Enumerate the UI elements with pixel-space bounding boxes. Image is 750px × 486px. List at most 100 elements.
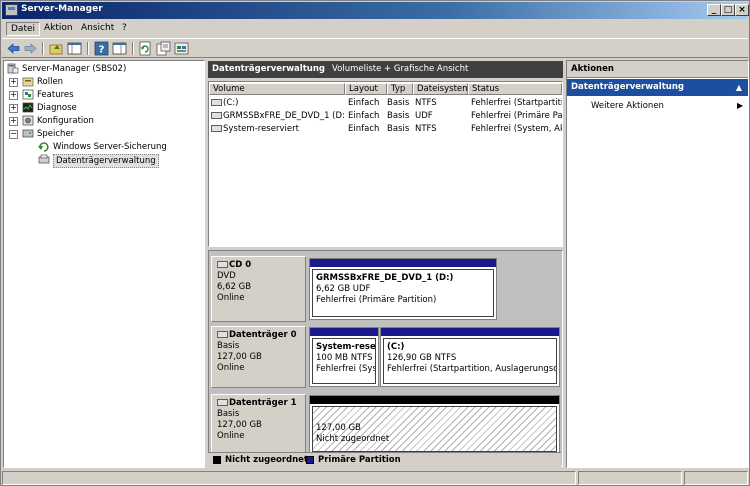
- diagnostics-icon: [22, 102, 34, 113]
- column-header-layout[interactable]: Layout: [345, 83, 387, 95]
- legend-swatch-unallocated: [213, 456, 221, 464]
- actions-section-header[interactable]: Datenträgerverwaltung ▲: [567, 79, 748, 96]
- server-manager-window: Server-Manager _ □ × Datei Aktion Ansich…: [0, 0, 750, 486]
- legend-primary-label: Primäre Partition: [318, 455, 401, 465]
- hard-disk-icon: [217, 331, 228, 338]
- menu-aktion[interactable]: Aktion: [40, 22, 77, 34]
- column-header-status[interactable]: Status: [468, 83, 562, 95]
- cell-dateisystem: UDF: [415, 111, 433, 121]
- disk-label-datentraeger-1[interactable]: Datenträger 1 Basis 127,00 GB Online: [211, 394, 306, 456]
- legend-swatch-primary: [306, 456, 314, 464]
- column-header-dateisystem[interactable]: Dateisystem: [413, 83, 468, 95]
- collapse-up-icon[interactable]: ▲: [736, 79, 742, 96]
- expand-icon[interactable]: +: [9, 104, 18, 113]
- menu-datei[interactable]: Datei: [6, 22, 41, 36]
- tree-node-windows-server-sicherung[interactable]: Windows Server-Sicherung: [38, 141, 188, 154]
- refresh-icon[interactable]: [138, 41, 153, 56]
- close-button[interactable]: ×: [735, 4, 749, 16]
- toolbar-separator: [132, 42, 134, 55]
- volume-icon: [211, 99, 222, 106]
- disk-size: 6,62 GB: [217, 282, 252, 292]
- volume-list: Volume Layout Typ Dateisystem Status (C:…: [208, 81, 563, 247]
- maximize-button[interactable]: □: [721, 4, 735, 16]
- tree-node-label: Speicher: [37, 129, 75, 139]
- menu-ansicht[interactable]: Ansicht: [77, 22, 118, 34]
- partition-name: GRMSSBxFRE_DE_DVD_1 (D:): [316, 273, 454, 283]
- tree-node-datentraegerverwaltung[interactable]: Datenträgerverwaltung: [38, 154, 188, 168]
- properties-pane-icon[interactable]: [112, 41, 127, 56]
- collapse-icon[interactable]: −: [9, 130, 18, 139]
- back-arrow-icon[interactable]: [6, 41, 21, 56]
- disk-type: Basis: [217, 341, 240, 351]
- title-bar: Server-Manager _ □ ×: [2, 2, 749, 19]
- tree-node-label: Datenträgerverwaltung: [53, 154, 159, 168]
- partition-status: Fehlerfrei (Syst: [316, 364, 376, 374]
- cell-volume: System-reserviert: [223, 124, 299, 134]
- tree-root-label: Server-Manager (SBS02): [22, 64, 127, 74]
- show-hide-tree-icon[interactable]: [67, 41, 82, 56]
- svg-text:?: ?: [99, 45, 105, 56]
- minimize-button[interactable]: _: [707, 4, 721, 16]
- cell-volume: (C:): [223, 98, 239, 108]
- expand-icon[interactable]: +: [9, 78, 18, 87]
- tree-node-rollen[interactable]: + Rollen: [9, 76, 109, 89]
- tree-node-diagnose[interactable]: + Diagnose: [9, 102, 109, 115]
- partition-bar: [381, 328, 559, 336]
- submenu-arrow-icon[interactable]: ▶: [737, 101, 743, 110]
- tree-node-konfiguration[interactable]: + Konfiguration: [9, 115, 119, 128]
- volume-icon: [211, 112, 222, 119]
- cd-drive-icon: [217, 261, 228, 268]
- cell-status: Fehlerfrei (System, Akti: [471, 124, 563, 134]
- disk-label-datentraeger-0[interactable]: Datenträger 0 Basis 127,00 GB Online: [211, 326, 306, 388]
- partition-status: Fehlerfrei (Startpartition, Auslagerungs…: [387, 364, 557, 374]
- cell-typ: Basis: [387, 124, 410, 134]
- server-manager-icon: [5, 4, 18, 16]
- disk-properties-icon[interactable]: [174, 41, 189, 56]
- column-header-typ[interactable]: Typ: [387, 83, 413, 95]
- help-icon[interactable]: ?: [94, 41, 109, 56]
- tree-node-features[interactable]: + Features: [9, 89, 109, 102]
- cell-layout: Einfach: [348, 124, 380, 134]
- partition-unallocated[interactable]: 127,00 GB Nicht zugeordnet: [309, 395, 560, 455]
- tree-node-label: Windows Server-Sicherung: [53, 142, 167, 152]
- cell-status: Fehlerfrei (Startpartition: [471, 98, 563, 108]
- disk-name: Datenträger 0: [229, 330, 297, 340]
- forward-arrow-icon[interactable]: [23, 41, 38, 56]
- disk-size: 127,00 GB: [217, 420, 262, 430]
- tree-node-label: Rollen: [37, 77, 64, 87]
- disk-management-icon: [38, 154, 50, 164]
- status-panel-main: [2, 471, 576, 485]
- expand-icon[interactable]: +: [9, 91, 18, 100]
- expand-icon[interactable]: +: [9, 117, 18, 126]
- partition-size: 126,90 GB NTFS: [387, 353, 457, 363]
- column-header-volume[interactable]: Volume: [209, 83, 345, 95]
- tree-node-speicher[interactable]: − Speicher: [9, 128, 109, 141]
- partition-size: 127,00 GB: [316, 423, 361, 433]
- disk-state: Online: [217, 293, 245, 303]
- partition-c[interactable]: (C:) 126,90 GB NTFS Fehlerfrei (Startpar…: [380, 327, 560, 387]
- window-title: Server-Manager: [21, 4, 103, 14]
- disk-label-cd0[interactable]: CD 0 DVD 6,62 GB Online: [211, 256, 306, 322]
- partition-system-reserved[interactable]: System-rese 100 MB NTFS Fehlerfrei (Syst: [309, 327, 379, 387]
- menu-help[interactable]: ?: [118, 22, 131, 34]
- menu-bar: Datei Aktion Ansicht ?: [2, 20, 748, 37]
- export-list-icon[interactable]: [156, 41, 171, 56]
- partition-dvd[interactable]: GRMSSBxFRE_DE_DVD_1 (D:) 6,62 GB UDF Feh…: [309, 258, 497, 320]
- cell-typ: Basis: [387, 111, 410, 121]
- roles-icon: [22, 77, 34, 87]
- hard-disk-icon: [217, 399, 228, 406]
- disk-size: 127,00 GB: [217, 352, 262, 362]
- legend-unallocated-label: Nicht zugeordnet: [225, 455, 308, 465]
- status-bar: [2, 470, 748, 486]
- partition-status: Nicht zugeordnet: [316, 434, 390, 444]
- disk-name: CD 0: [229, 260, 252, 270]
- disk-type: DVD: [217, 271, 236, 281]
- up-folder-icon[interactable]: [49, 41, 64, 56]
- partition-size: 100 MB NTFS: [316, 353, 373, 363]
- status-panel-3: [684, 471, 748, 485]
- console-tree: Server-Manager (SBS02) + Rollen + Featur…: [3, 60, 205, 468]
- server-icon: [7, 63, 19, 74]
- more-actions-item[interactable]: Weitere Aktionen: [591, 101, 664, 111]
- legend: Nicht zugeordnet Primäre Partition: [208, 452, 561, 467]
- actions-header: Aktionen: [567, 61, 748, 78]
